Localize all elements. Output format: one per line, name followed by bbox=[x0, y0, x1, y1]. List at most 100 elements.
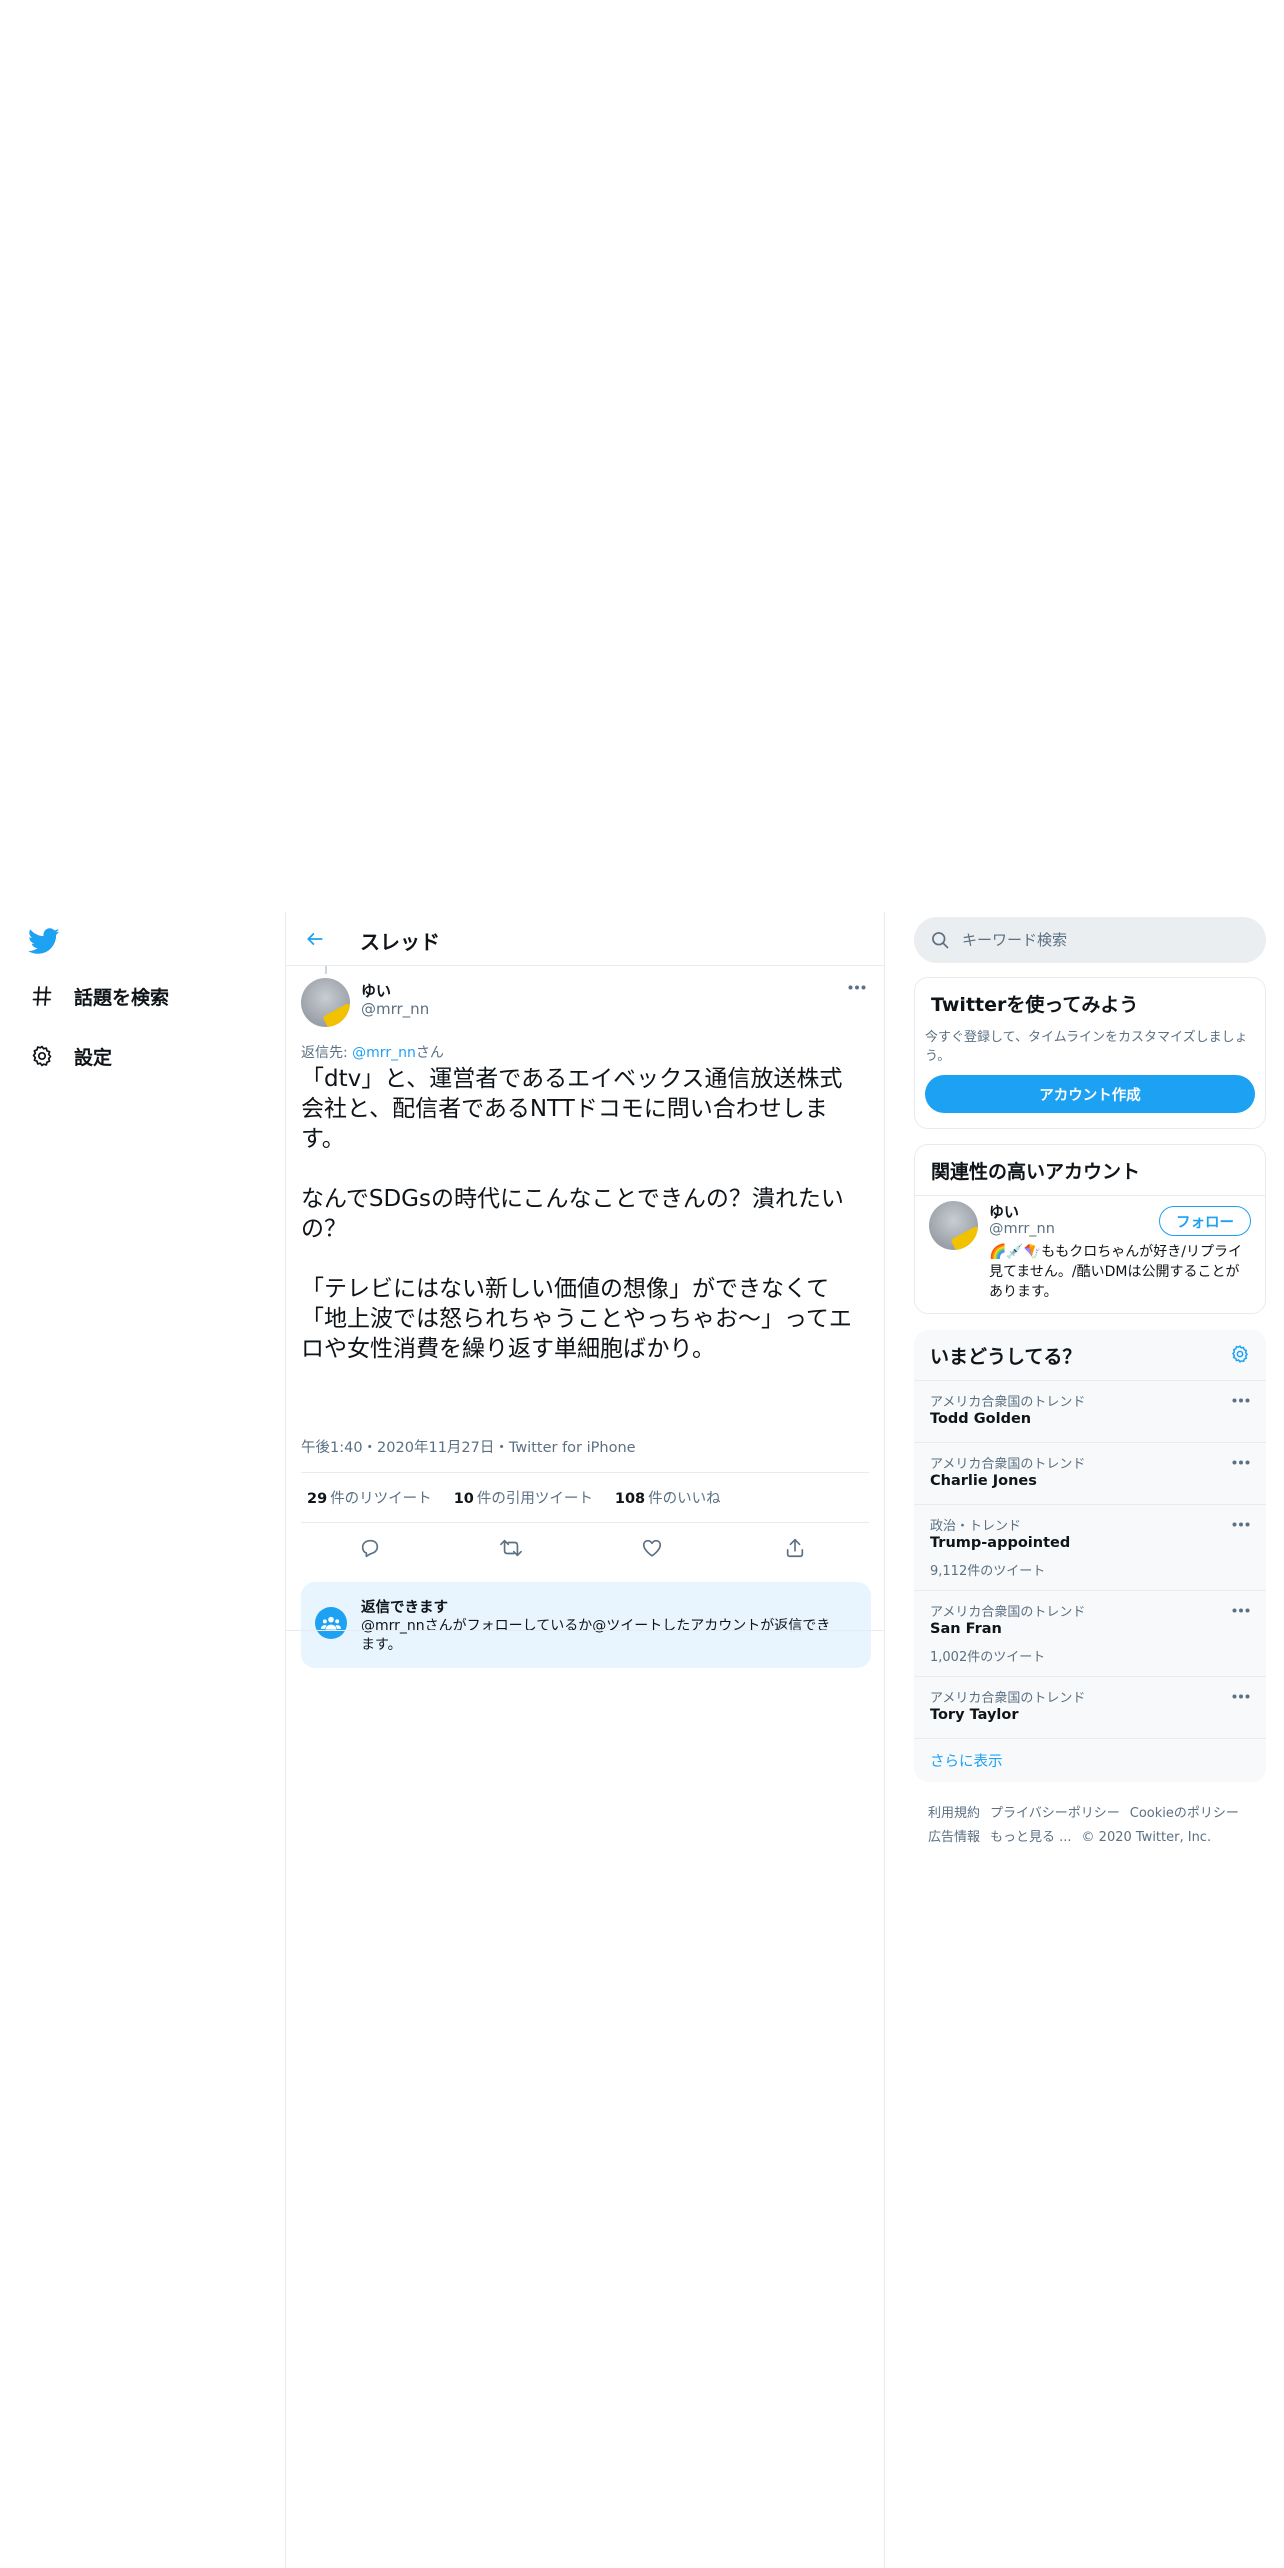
reply-icon bbox=[361, 1539, 379, 1558]
likes-stat[interactable]: 108 件のいいね bbox=[615, 1487, 721, 1508]
more-dots-icon bbox=[1232, 1398, 1250, 1402]
trend-more-button[interactable] bbox=[1230, 1517, 1252, 1531]
nav-item-explore[interactable]: 話題を検索 bbox=[28, 976, 169, 1016]
reply-notice-desc: @mrr_nnさんがフォローしているか@ツイートしたアカウントが返信できます。 bbox=[361, 1618, 831, 1653]
likes-label: 件のいいね bbox=[648, 1491, 721, 1507]
trend-item[interactable]: アメリカ合衆国のトレンド Tory Taylor bbox=[914, 1676, 1266, 1738]
trend-name: Trump-appointed bbox=[930, 1535, 1071, 1551]
likes-count: 108 bbox=[614, 1491, 646, 1507]
follow-button[interactable]: フォロー bbox=[1159, 1206, 1251, 1236]
avatar[interactable] bbox=[929, 1201, 978, 1250]
trend-item[interactable]: アメリカ合衆国のトレンド Todd Golden bbox=[914, 1380, 1266, 1442]
copyright: © 2020 Twitter, Inc. bbox=[1081, 1830, 1212, 1845]
reply-restriction-notice: 返信できます @mrr_nnさんがフォローしているか@ツイートしたアカウントが返… bbox=[301, 1582, 871, 1668]
retweets-count: 29 bbox=[307, 1491, 328, 1507]
footer-link-more[interactable]: もっと見る ... bbox=[990, 1830, 1072, 1845]
more-dots-icon bbox=[848, 985, 866, 989]
thread-header: スレッド bbox=[286, 912, 884, 966]
footer: 利用規約 プライバシーポリシー Cookieのポリシー 広告情報 もっと見る ... ©… bbox=[928, 1802, 1258, 1850]
share-icon bbox=[786, 1538, 804, 1558]
gear-icon bbox=[28, 1042, 56, 1070]
trends-card: いまどうしてる？ アメリカ合衆国のトレンド Todd Golden アメリカ合衆… bbox=[914, 1330, 1266, 1782]
reply-to-line: 返信先: @mrr_nnさん bbox=[301, 1042, 444, 1062]
footer-link-cookies[interactable]: Cookieのポリシー bbox=[1130, 1806, 1239, 1821]
avatar-sticker bbox=[322, 1002, 350, 1027]
divider bbox=[914, 1738, 1266, 1739]
search-bar[interactable] bbox=[914, 917, 1266, 963]
tweet-stats: 29 件のリツイート 10 件の引用ツイート 108 件のいいね bbox=[301, 1472, 869, 1523]
trend-context: 政治・トレンド bbox=[930, 1519, 1022, 1534]
arrow-left-icon bbox=[307, 933, 323, 945]
twitter-logo-icon[interactable] bbox=[28, 928, 62, 958]
share-button[interactable] bbox=[782, 1535, 808, 1561]
trend-more-button[interactable] bbox=[1230, 1603, 1252, 1617]
more-dots-icon bbox=[1232, 1608, 1250, 1612]
retweet-icon bbox=[500, 1539, 522, 1557]
more-dots-icon bbox=[1232, 1460, 1250, 1464]
reply-button[interactable] bbox=[357, 1535, 383, 1561]
trends-title: いまどうしてる？ bbox=[930, 1346, 1082, 1368]
people-icon bbox=[315, 1607, 347, 1639]
trend-item[interactable]: 政治・トレンド Trump-appointed 9,112件のツイート bbox=[914, 1504, 1266, 1590]
settings-gear-icon[interactable] bbox=[1230, 1344, 1252, 1366]
trend-more-button[interactable] bbox=[1230, 1393, 1252, 1407]
related-accounts-card: 関連性の高いアカウント ゆい @mrr_nn フォロー 🌈💉🪁ももクロちゃんが好… bbox=[914, 1144, 1266, 1314]
trend-item[interactable]: アメリカ合衆国のトレンド San Fran 1,002件のツイート bbox=[914, 1590, 1266, 1676]
trend-count: 9,112件のツイート bbox=[930, 1564, 1046, 1579]
trend-more-button[interactable] bbox=[1230, 1455, 1252, 1469]
like-button[interactable] bbox=[639, 1535, 665, 1561]
trend-context: アメリカ合衆国のトレンド bbox=[930, 1395, 1086, 1410]
hashtag-icon bbox=[28, 982, 56, 1010]
related-account-handle[interactable]: @mrr_nn bbox=[989, 1221, 1055, 1237]
retweets-stat[interactable]: 29 件のリツイート bbox=[307, 1487, 432, 1508]
quotes-count: 10 bbox=[453, 1491, 474, 1507]
signup-title: Twitterを使ってみよう bbox=[931, 994, 1139, 1016]
search-input[interactable] bbox=[962, 917, 1252, 963]
show-more-link[interactable]: さらに表示 bbox=[930, 1750, 1003, 1771]
retweets-label: 件のリツイート bbox=[330, 1491, 432, 1507]
quotes-stat[interactable]: 10 件の引用ツイート bbox=[454, 1487, 593, 1508]
trend-item[interactable]: アメリカ合衆国のトレンド Charlie Jones bbox=[914, 1442, 1266, 1504]
back-button[interactable] bbox=[300, 924, 330, 954]
avatar[interactable] bbox=[301, 978, 350, 1027]
main-column: スレッド ゆい @mrr_nn 返信先: @mrr_nnさん 「dtv」と、運営… bbox=[286, 912, 884, 1668]
search-icon bbox=[930, 930, 950, 950]
divider bbox=[915, 1195, 1265, 1196]
signup-card: Twitterを使ってみよう 今すぐ登録して、タイムラインをカスタマイズしましょ… bbox=[914, 977, 1266, 1129]
trend-count: 1,002件のツイート bbox=[930, 1650, 1046, 1665]
reply-to-suffix: さん bbox=[415, 1045, 444, 1061]
signup-desc: 今すぐ登録して、タイムラインをカスタマイズしましょう。 bbox=[925, 1030, 1248, 1064]
thread-connector-line bbox=[325, 966, 327, 974]
nav-label-explore: 話題を検索 bbox=[74, 986, 170, 1009]
reply-to-mention[interactable]: @mrr_nn bbox=[352, 1045, 416, 1061]
create-account-button[interactable]: アカウント作成 bbox=[925, 1075, 1255, 1113]
author-name[interactable]: ゆい bbox=[361, 980, 391, 1001]
quotes-label: 件の引用ツイート bbox=[476, 1491, 593, 1507]
footer-link-terms[interactable]: 利用規約 bbox=[928, 1806, 980, 1821]
column-divider-left bbox=[285, 912, 286, 2568]
trend-context: アメリカ合衆国のトレンド bbox=[930, 1691, 1086, 1706]
trend-context: アメリカ合衆国のトレンド bbox=[930, 1605, 1086, 1620]
more-dots-icon bbox=[1232, 1694, 1250, 1698]
heart-icon bbox=[642, 1539, 662, 1557]
nav-item-settings[interactable]: 設定 bbox=[28, 1036, 112, 1076]
tweet-timestamp[interactable]: 午後1:40・2020年11月27日・Twitter for iPhone bbox=[301, 1436, 636, 1457]
footer-link-privacy[interactable]: プライバシーポリシー bbox=[990, 1806, 1120, 1821]
trend-more-button[interactable] bbox=[1230, 1689, 1252, 1703]
retweet-button[interactable] bbox=[498, 1535, 524, 1561]
related-account-name[interactable]: ゆい bbox=[989, 1201, 1019, 1222]
tweet-text: 「dtv」と、運営者であるエイベックス通信放送株式会社と、配信者であるNTTドコ… bbox=[301, 1066, 852, 1362]
author-handle[interactable]: @mrr_nn bbox=[361, 1000, 429, 1018]
trend-name: Tory Taylor bbox=[930, 1707, 1019, 1723]
related-title: 関連性の高いアカウント bbox=[931, 1161, 1141, 1183]
trend-name: San Fran bbox=[930, 1621, 1002, 1637]
trend-name: Charlie Jones bbox=[930, 1473, 1037, 1489]
tweet-divider bbox=[286, 1630, 884, 1631]
nav-label-settings: 設定 bbox=[74, 1046, 113, 1069]
related-account-bio: 🌈💉🪁ももクロちゃんが好き/リプライ見てません。/酷いDMは公開することがありま… bbox=[989, 1244, 1243, 1300]
more-options-button[interactable] bbox=[846, 978, 868, 996]
reply-notice-title: 返信できます bbox=[361, 1600, 448, 1616]
page-title: スレッド bbox=[360, 930, 440, 954]
reply-to-prefix: 返信先: bbox=[301, 1045, 353, 1061]
footer-link-ads[interactable]: 広告情報 bbox=[928, 1830, 980, 1845]
